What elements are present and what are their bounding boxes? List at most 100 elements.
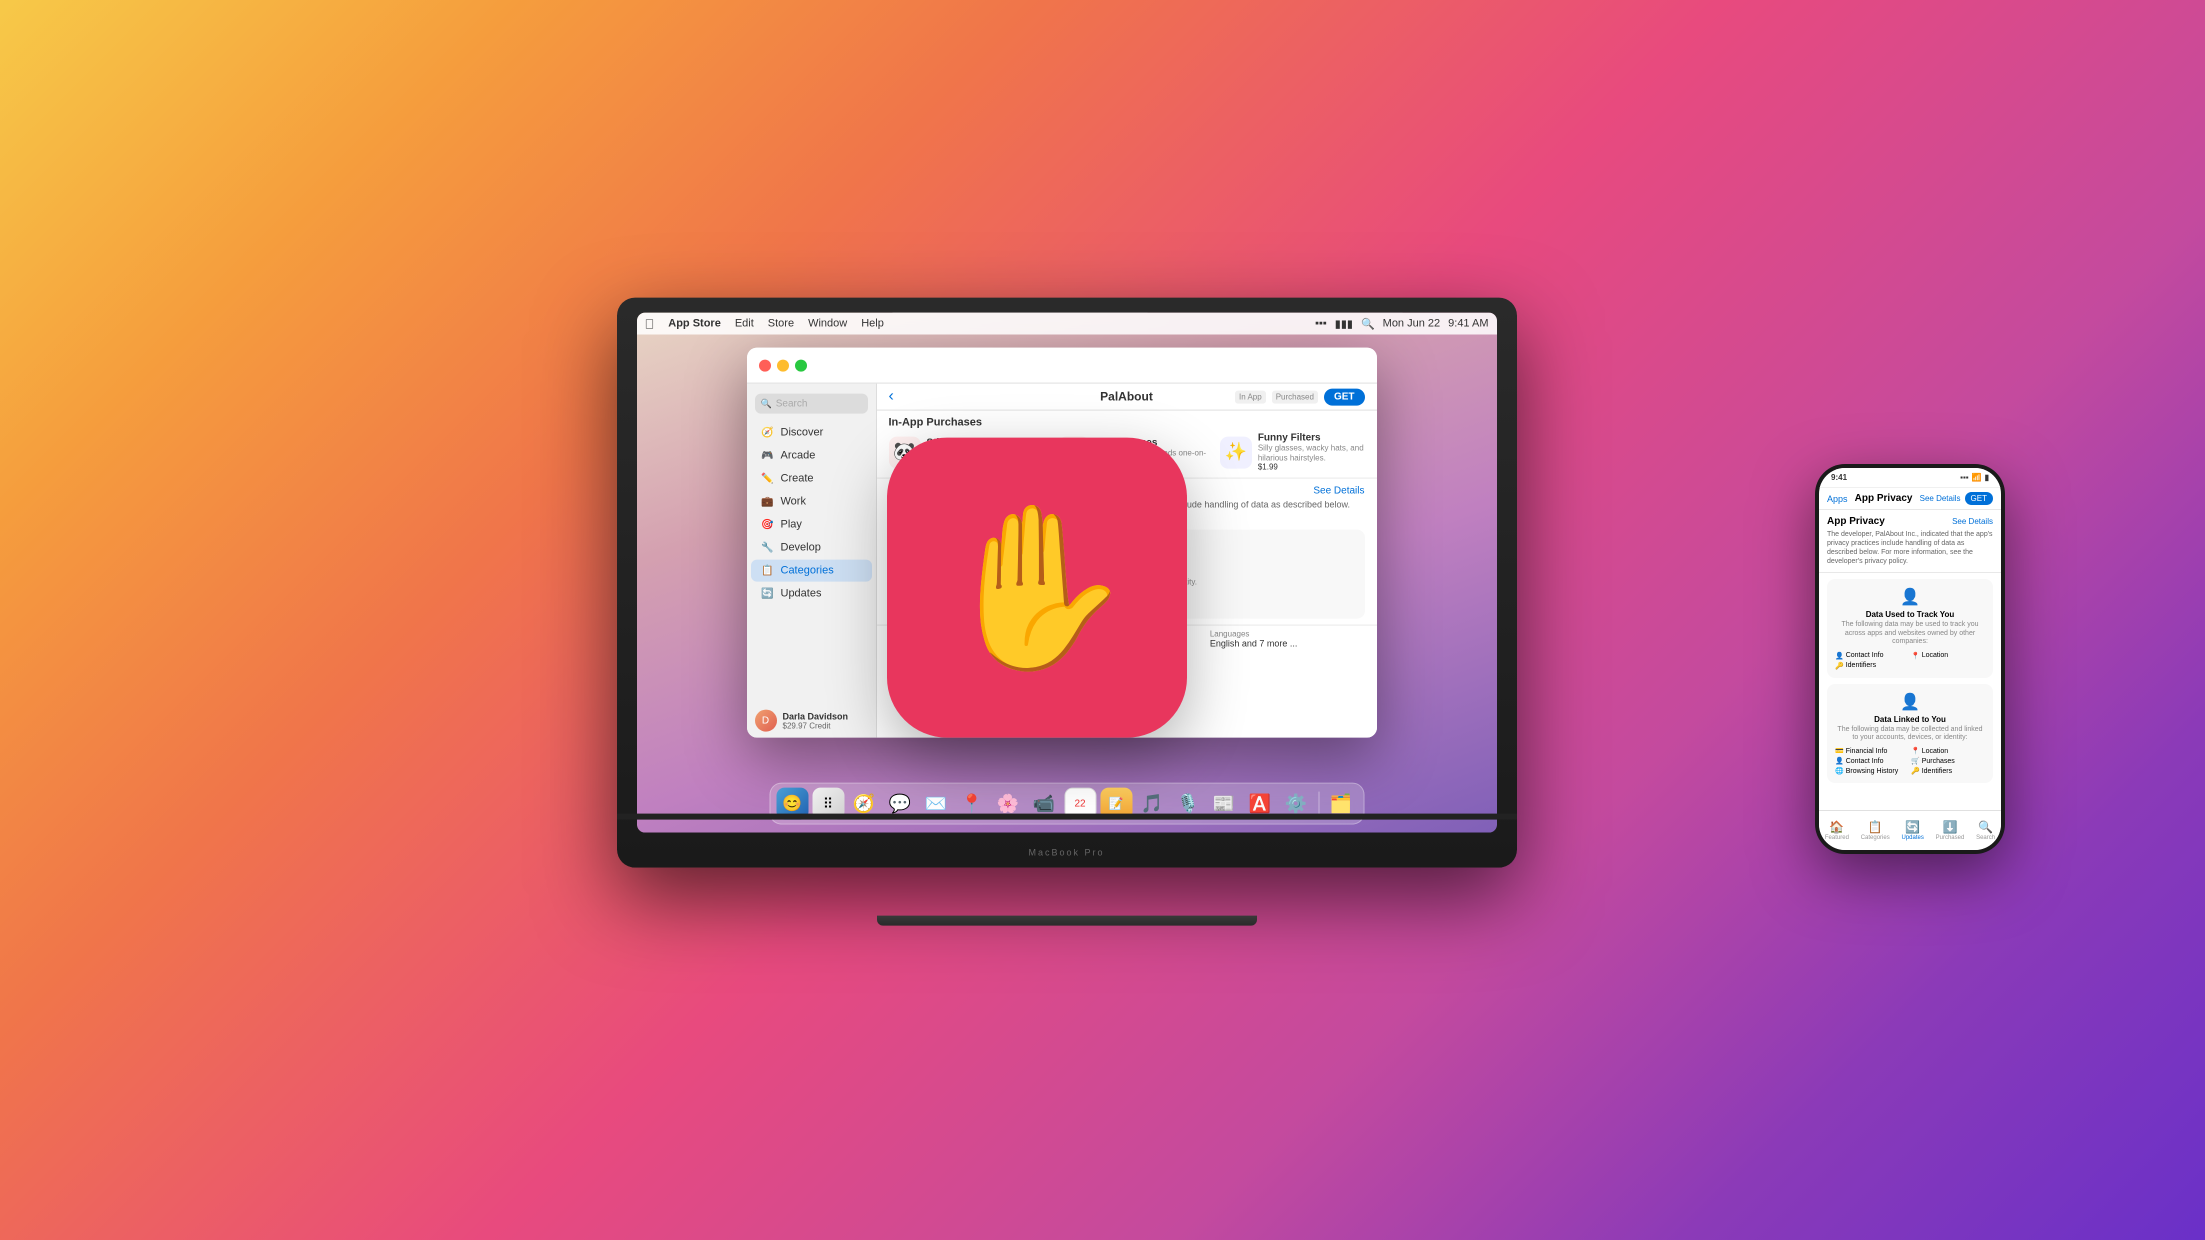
- see-details-link[interactable]: See Details: [1313, 485, 1364, 496]
- sidebar-item-discover[interactable]: 🧭 Discover: [751, 422, 872, 444]
- menubar-help[interactable]: Help: [861, 318, 884, 330]
- iphone-see-details[interactable]: See Details: [1920, 494, 1961, 503]
- sidebar-item-work[interactable]: 💼 Work: [751, 491, 872, 513]
- safari-icon: 🧭: [853, 793, 875, 814]
- sidebar-label-arcade: Arcade: [781, 450, 816, 462]
- iphone-nav-updates[interactable]: 🔄 Updates: [1901, 820, 1923, 841]
- macbook-label: MacBook Pro: [1028, 848, 1104, 858]
- menubar-search[interactable]: 🔍: [1361, 317, 1375, 330]
- laptop-hinge: [617, 814, 1517, 820]
- iphone-signal: ▪▪▪: [1960, 473, 1969, 482]
- iphone-nav-search[interactable]: 🔍 Search: [1976, 820, 1995, 841]
- iphone-statusbar: 9:41 ▪▪▪ 📶 ▮: [1819, 468, 2001, 488]
- purchased-nav-label: Purchased: [1936, 835, 1965, 841]
- folder-icon: 🗂️: [1330, 793, 1352, 814]
- profile-name: Darla Davidson: [783, 711, 849, 721]
- tracked-identifiers-icon: 🔑: [1835, 662, 1844, 670]
- iphone-linked-title: Data Linked to You: [1835, 715, 1985, 724]
- search-bar[interactable]: 🔍 Search: [755, 394, 868, 414]
- updates-icon: 🔄: [761, 587, 775, 601]
- menubar-store[interactable]: Store: [768, 318, 794, 330]
- iphone-linked-icon: 👤: [1835, 692, 1985, 712]
- categories-nav-label: Categories: [1861, 835, 1890, 841]
- menubar-right: ▪▪▪ ▮▮▮ 🔍 Mon Jun 22 9:41 AM: [1315, 317, 1488, 330]
- laptop-stand: [877, 916, 1257, 926]
- podcasts-icon: 🎙️: [1177, 793, 1199, 814]
- linked-location-label: Location: [1922, 748, 1948, 755]
- iphone-tracked-title: Data Used to Track You: [1835, 610, 1985, 619]
- sidebar-label-play: Play: [781, 519, 802, 531]
- hand-stop-icon: ✋: [937, 508, 1136, 668]
- finder-icon: 😊: [782, 794, 802, 814]
- tracked-contact-icon: 👤: [1835, 652, 1844, 660]
- iphone-nav-featured[interactable]: 🏠 Featured: [1825, 820, 1849, 841]
- back-button[interactable]: ‹: [889, 388, 894, 406]
- linked-identifiers-icon: 🔑: [1911, 767, 1920, 775]
- menubar-edit[interactable]: Edit: [735, 318, 754, 330]
- linked-purchases-icon: 🛒: [1911, 757, 1920, 765]
- linked-identifiers-label: Identifiers: [1922, 768, 1952, 775]
- minimize-button[interactable]: [777, 359, 789, 371]
- linked-contact-label: Contact Info: [1846, 758, 1884, 765]
- tracked-location-item: 📍 Location: [1911, 652, 1985, 660]
- iphone-back-button[interactable]: Apps: [1827, 494, 1848, 504]
- featured-nav-label: Featured: [1825, 835, 1849, 841]
- sidebar-item-arcade[interactable]: 🎮 Arcade: [751, 445, 872, 467]
- user-profile[interactable]: D Darla Davidson $29.97 Credit: [755, 710, 849, 732]
- iphone-get-button[interactable]: GET: [1965, 492, 1993, 505]
- filters-name: Funny Filters: [1258, 433, 1365, 444]
- app-icon-overlay: ✋: [887, 438, 1187, 738]
- laptop:  App Store Edit Store Window Help ▪▪▪ ▮…: [617, 298, 1517, 918]
- linked-browsing-item: 🌐 Browsing History: [1835, 767, 1909, 775]
- sidebar-item-categories[interactable]: 📋 Categories: [751, 560, 872, 582]
- iphone-app-privacy-see-details[interactable]: See Details: [1952, 517, 1993, 526]
- maximize-button[interactable]: [795, 359, 807, 371]
- menubar-window[interactable]: Window: [808, 318, 847, 330]
- sidebar-item-create[interactable]: ✏️ Create: [751, 468, 872, 490]
- iphone-nav-categories[interactable]: 📋 Categories: [1861, 820, 1890, 841]
- sidebar-item-develop[interactable]: 🔧 Develop: [751, 537, 872, 559]
- apple-menu[interactable]: : [645, 316, 655, 331]
- iphone-privacy-header: App Privacy See Details The developer, P…: [1819, 510, 2001, 573]
- linked-location-icon: 📍: [1911, 747, 1920, 755]
- iphone-nav-purchased[interactable]: ⬇️ Purchased: [1936, 820, 1965, 841]
- iphone-tracked-items: 👤 Contact Info 📍 Location 🔑 Identifiers: [1835, 652, 1985, 670]
- iphone-linked-items: 💳 Financial Info 📍 Location 👤 Contact In…: [1835, 747, 1985, 775]
- filters-desc: Silly glasses, wacky hats, and hilarious…: [1258, 444, 1365, 463]
- app-icon-bg: ✋: [887, 438, 1187, 738]
- profile-credit: $29.97 Credit: [783, 721, 849, 730]
- iphone-privacy-desc: The developer, PalAbout Inc., indicated …: [1827, 530, 1993, 566]
- purchased-badge: Purchased: [1272, 390, 1318, 403]
- iphone-nav-actions: See Details GET: [1920, 492, 1993, 505]
- close-button[interactable]: [759, 359, 771, 371]
- sidebar-label-create: Create: [781, 473, 814, 485]
- create-icon: ✏️: [761, 472, 775, 486]
- menubar-time: 9:41 AM: [1448, 318, 1488, 330]
- linked-identifiers-item: 🔑 Identifiers: [1911, 767, 1985, 775]
- linked-purchases-item: 🛒 Purchases: [1911, 757, 1985, 765]
- iphone-tracked-desc: The following data may be used to track …: [1835, 621, 1985, 646]
- menubar-appstore[interactable]: App Store: [668, 318, 721, 330]
- filters-price: $1.99: [1258, 463, 1365, 472]
- notes-icon: 📝: [1109, 797, 1124, 811]
- search-nav-label: Search: [1976, 835, 1995, 841]
- categories-nav-icon: 📋: [1868, 820, 1883, 834]
- tracked-contact-label: Contact Info: [1846, 652, 1884, 659]
- laptop-body:  App Store Edit Store Window Help ▪▪▪ ▮…: [617, 298, 1517, 868]
- tracked-identifiers-item: 🔑 Identifiers: [1835, 662, 1909, 670]
- develop-icon: 🔧: [761, 541, 775, 555]
- linked-financial-icon: 💳: [1835, 747, 1844, 755]
- iap-item-filters[interactable]: ✨ Funny Filters Silly glasses, wacky hat…: [1220, 433, 1365, 472]
- funny-filters-icon: ✨: [1220, 436, 1252, 468]
- sidebar-item-play[interactable]: 🎯 Play: [751, 514, 872, 536]
- work-icon: 💼: [761, 495, 775, 509]
- news-icon: 📰: [1213, 793, 1235, 814]
- updates-nav-label: Updates: [1901, 835, 1923, 841]
- iphone: 9:41 ▪▪▪ 📶 ▮ Apps App Privacy See Detail…: [1815, 464, 2005, 854]
- categories-icon: 📋: [761, 564, 775, 578]
- calendar-icon: 22: [1074, 798, 1085, 809]
- get-button[interactable]: GET: [1324, 388, 1365, 405]
- featured-nav-icon: 🏠: [1829, 820, 1844, 834]
- iphone-nav-title: App Privacy: [1852, 493, 1916, 504]
- sidebar-item-updates[interactable]: 🔄 Updates: [751, 583, 872, 605]
